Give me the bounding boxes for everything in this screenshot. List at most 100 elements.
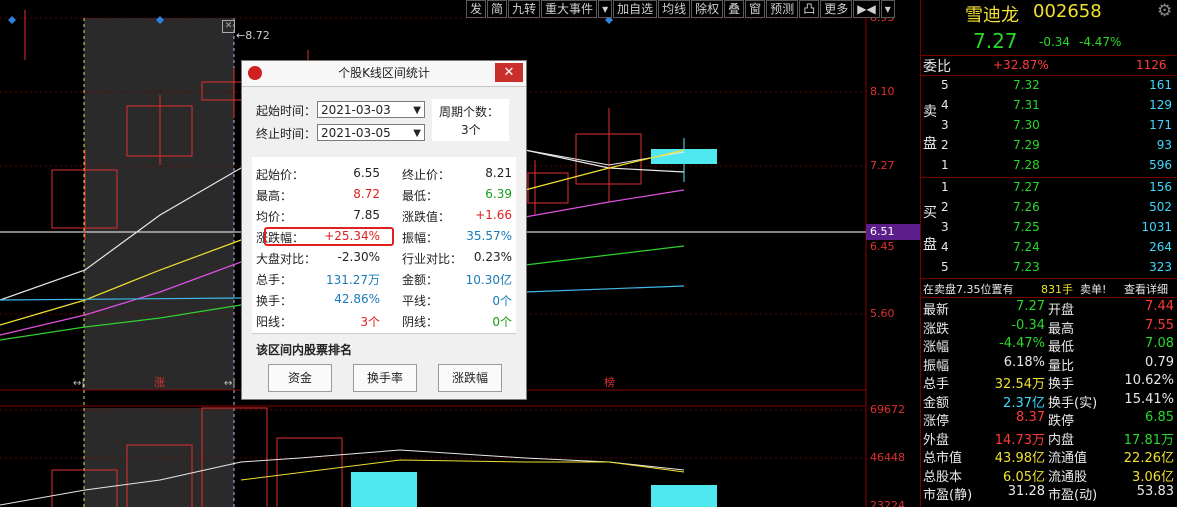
end-date-value: 2021-03-05 xyxy=(321,126,391,140)
quote-stat-value: 10.62% xyxy=(1124,373,1174,388)
order-price: 7.27 xyxy=(1013,180,1040,194)
toolbar-btn-window[interactable]: 窗 xyxy=(745,0,766,18)
rank-change-pct-button[interactable]: 涨跌幅 xyxy=(438,364,502,392)
current-price: 7.27 xyxy=(973,29,1018,53)
quote-stat-value: 8.37 xyxy=(1016,410,1045,425)
range-stats-dialog: 个股K线区间统计 ✕ 起始时间： 2021-03-03 ▼ 终止时间： 2021-… xyxy=(241,60,527,400)
period-count-value: 3个 xyxy=(461,123,481,137)
quote-stat-label: 外盘 xyxy=(923,432,950,448)
period-count-label: 周期个数： xyxy=(439,105,500,119)
order-volume: 323 xyxy=(1149,260,1172,274)
stat-value: 3个 xyxy=(360,315,380,329)
start-date-select[interactable]: 2021-03-03 ▼ xyxy=(317,101,425,118)
toolbar-dropdown-icon[interactable]: ▾ xyxy=(598,0,613,18)
highlight-box xyxy=(264,227,394,246)
stock-code: 002658 xyxy=(1033,1,1102,22)
order-price: 7.30 xyxy=(1013,118,1040,132)
rank-title: 该区间内股票排名 xyxy=(256,343,353,357)
gear-icon[interactable]: ⚙ xyxy=(1157,1,1172,21)
toolbar-dropdown-icon-2[interactable]: ▾ xyxy=(880,0,895,18)
toolbar-btn-overlay[interactable]: 叠 xyxy=(724,0,745,18)
quote-stat-value: 2.37亿 xyxy=(1003,395,1045,411)
quote-stat-label: 流通股 xyxy=(1048,469,1088,485)
orderbook-row[interactable]: 1 7.27 156 xyxy=(921,178,1177,198)
order-price: 7.31 xyxy=(1013,98,1040,112)
quote-stat-value: 15.41% xyxy=(1124,391,1174,407)
stat-label: 平线： xyxy=(402,294,439,308)
quote-stat-value: 3.06亿 xyxy=(1132,469,1174,485)
stock-name: 雪迪龙 xyxy=(965,5,1019,26)
quote-stat-value: 53.83 xyxy=(1136,484,1174,499)
orderbook-row[interactable]: 2 7.29 93 xyxy=(921,136,1177,156)
chart-toolbar: 发 简 九转 重大事件 ▾ 加自选 均线 除权 叠 窗 预测 凸 更多 ▶◀ ▾ xyxy=(466,0,896,18)
quote-stat-row: 振幅 6.18% 量比 0.79 xyxy=(921,354,1177,374)
quote-stat-label: 最低 xyxy=(1048,340,1075,355)
quote-stat-label: 总股本 xyxy=(923,469,963,485)
quote-stat-label: 涨跌 xyxy=(923,321,950,337)
toolbar-btn-exright[interactable]: 除权 xyxy=(691,0,724,18)
orderbook-row[interactable]: 3 7.30 171 xyxy=(921,116,1177,136)
panel-toggle-icon[interactable]: ▶◀ xyxy=(853,0,880,18)
stat-value: 0个 xyxy=(492,294,512,308)
quote-stat-row: 市盈(静) 31.28 市盈(动) 53.83 xyxy=(921,484,1177,503)
stat-value: -2.30% xyxy=(337,250,380,264)
notice-detail-link[interactable]: 查看详细 xyxy=(1124,281,1168,297)
rank-funds-button[interactable]: 资金 xyxy=(268,364,332,392)
quote-stat-value: 0.79 xyxy=(1145,354,1174,370)
price-label: 7.27 xyxy=(870,159,895,172)
toolbar-btn-major-events[interactable]: 重大事件 xyxy=(541,0,598,18)
selection-shade xyxy=(84,18,234,390)
level-number: 3 xyxy=(941,220,949,234)
toolbar-btn-forecast[interactable]: 预测 xyxy=(766,0,799,18)
stat-label: 金额： xyxy=(402,273,439,287)
quote-stat-label: 涨停 xyxy=(923,414,950,429)
toolbar-btn-fa[interactable]: 发 xyxy=(466,0,487,18)
order-price: 7.29 xyxy=(1013,138,1040,152)
quote-stat-label: 最新 xyxy=(923,303,950,318)
stat-label: 起始价： xyxy=(256,168,305,182)
toolbar-btn-ma[interactable]: 均线 xyxy=(658,0,691,18)
dialog-title: 个股K线区间统计 xyxy=(338,66,430,80)
high-marker: ←8.72 xyxy=(236,29,270,42)
quote-stat-row: 金额 2.37亿 换手(实) 15.41% xyxy=(921,391,1177,411)
quote-stat-label: 市盈(静) xyxy=(923,488,973,503)
quote-stat-label: 量比 xyxy=(1048,358,1075,374)
orderbook-row[interactable]: 5 7.23 323 xyxy=(921,258,1177,278)
stat-value: 35.57% xyxy=(466,229,512,243)
quote-stat-row: 总市值 43.98亿 流通值 22.26亿 xyxy=(921,447,1177,466)
marker-bang[interactable]: 榜 xyxy=(604,374,615,390)
toolbar-btn-add-watchlist[interactable]: 加自选 xyxy=(613,0,658,18)
quote-stat-label: 开盘 xyxy=(1048,303,1075,318)
order-price: 7.23 xyxy=(1013,260,1040,274)
quote-stat-value: 7.44 xyxy=(1145,299,1174,314)
order-volume: 171 xyxy=(1149,118,1172,132)
orderbook-row[interactable]: 2 7.26 502 xyxy=(921,198,1177,218)
volume-label: 23224 xyxy=(870,499,905,507)
order-volume: 1031 xyxy=(1141,220,1172,234)
divider xyxy=(252,333,516,334)
toolbar-btn-jian[interactable]: 简 xyxy=(487,0,508,18)
selection-close-icon[interactable]: ✕ xyxy=(222,20,235,33)
orderbook-row[interactable]: 5 7.32 161 xyxy=(921,76,1177,96)
orderbook-row[interactable]: 4 7.31 129 xyxy=(921,96,1177,116)
rank-turnover-button[interactable]: 换手率 xyxy=(353,364,417,392)
toolbar-btn-jiuzhuan[interactable]: 九转 xyxy=(508,0,541,18)
lock-icon[interactable]: 凸 xyxy=(799,0,820,18)
stat-label: 总手： xyxy=(256,273,293,287)
close-icon[interactable]: ✕ xyxy=(495,63,523,82)
toolbar-btn-more[interactable]: 更多 xyxy=(820,0,853,18)
quote-stat-value: 31.28 xyxy=(1007,484,1045,499)
end-date-select[interactable]: 2021-03-05 ▼ xyxy=(317,124,425,141)
quote-stat-label: 总市值 xyxy=(923,451,963,466)
order-volume: 129 xyxy=(1149,98,1172,112)
stat-value: +1.66 xyxy=(475,208,512,222)
orderbook-row[interactable]: 4 7.24 264 xyxy=(921,238,1177,258)
stat-value: 8.72 xyxy=(353,187,380,201)
orderbook-row[interactable]: 3 7.25 1031 xyxy=(921,218,1177,238)
order-price: 7.25 xyxy=(1013,220,1040,234)
level-number: 3 xyxy=(941,118,949,132)
crosshair-price-tag: 6.51 xyxy=(866,224,920,240)
marker-zhang[interactable]: 涨 xyxy=(154,374,165,390)
orderbook-row[interactable]: 1 7.28 596 xyxy=(921,156,1177,176)
dialog-titlebar[interactable]: 个股K线区间统计 ✕ xyxy=(242,61,526,87)
